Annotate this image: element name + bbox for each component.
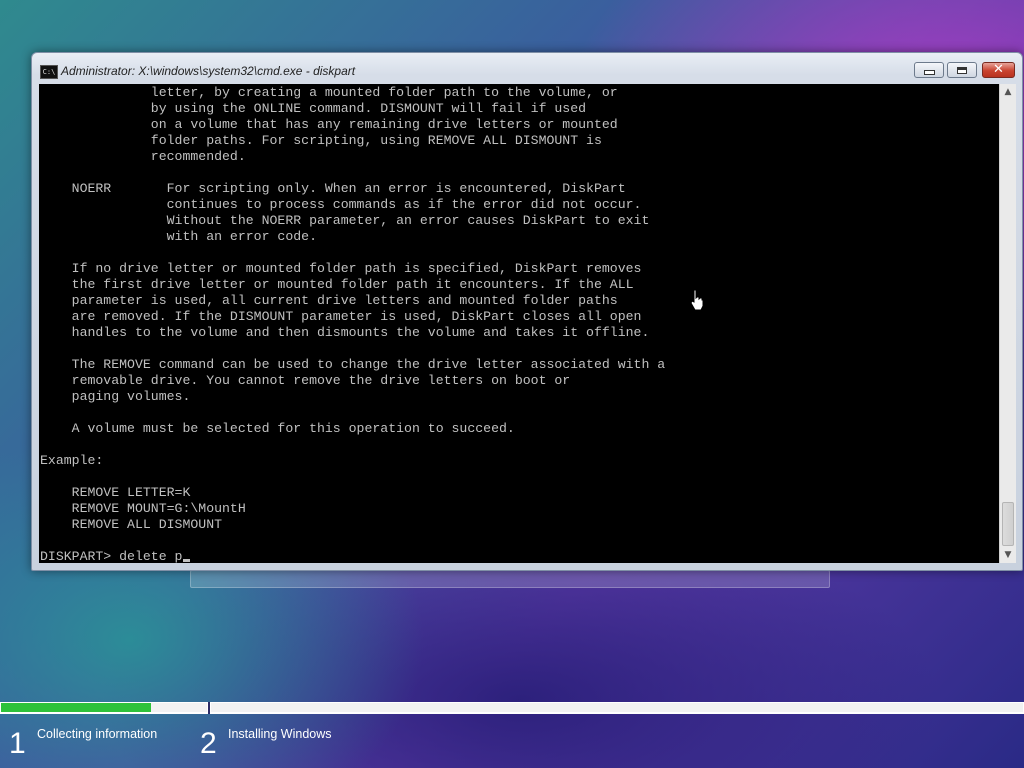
minimize-button[interactable]	[914, 62, 944, 78]
step-2-label: Installing Windows	[228, 727, 332, 741]
cmd-icon: C:\	[40, 65, 58, 79]
step-1-label: Collecting information	[37, 727, 158, 741]
minimize-icon	[923, 70, 935, 75]
window-title: Administrator: X:\windows\system32\cmd.e…	[61, 64, 356, 78]
console-line: letter, by creating a mounted folder pat…	[40, 85, 618, 100]
console-line: If no drive letter or mounted folder pat…	[40, 261, 642, 276]
console-output[interactable]: letter, by creating a mounted folder pat…	[39, 84, 999, 563]
close-icon: ✕	[993, 62, 1004, 77]
console-line: by using the ONLINE command. DISMOUNT wi…	[40, 101, 587, 116]
background-glass-bar	[190, 570, 830, 588]
step1-progress-fill	[1, 703, 151, 712]
cmd-window[interactable]: C:\ Administrator: X:\windows\system32\c…	[31, 52, 1023, 571]
console-line: A volume must be selected for this opera…	[40, 421, 515, 436]
hand-pointer-icon	[690, 289, 704, 311]
step-2-number: 2	[200, 727, 217, 760]
command-input[interactable]: delete p	[119, 549, 182, 563]
maximize-icon	[957, 66, 967, 74]
console-line: REMOVE ALL DISMOUNT	[40, 517, 223, 532]
scrollbar-thumb[interactable]	[1002, 502, 1014, 546]
console-line: continues to process commands as if the …	[40, 197, 642, 212]
diskpart-prompt: DISKPART>	[40, 549, 120, 563]
console-line: paging volumes.	[40, 389, 191, 404]
console-line: the first drive letter or mounted folder…	[40, 277, 634, 292]
console-line: removable drive. You cannot remove the d…	[40, 373, 571, 388]
progress-divider	[208, 702, 210, 714]
console-line: folder paths. For scripting, using REMOV…	[40, 133, 602, 148]
step2-progress-bg	[211, 703, 1023, 712]
console-line: Without the NOERR parameter, an error ca…	[40, 213, 650, 228]
console-line: with an error code.	[40, 229, 317, 244]
command-line[interactable]: DISKPART> delete p	[39, 549, 999, 563]
maximize-button[interactable]	[947, 62, 977, 78]
scroll-up-arrow-icon[interactable]: ▲	[1000, 84, 1016, 100]
console-line: are removed. If the DISMOUNT parameter i…	[40, 309, 642, 324]
console-line: handles to the volume and then dismounts…	[40, 325, 650, 340]
text-cursor	[183, 559, 191, 562]
close-button[interactable]: ✕	[982, 62, 1015, 78]
console-line: Example:	[40, 453, 104, 468]
console-line: recommended.	[40, 149, 246, 164]
console-line: on a volume that has any remaining drive…	[40, 117, 618, 132]
title-bar[interactable]: C:\ Administrator: X:\windows\system32\c…	[32, 53, 1022, 83]
console-line: parameter is used, all current drive let…	[40, 293, 618, 308]
console-line: REMOVE MOUNT=G:\MountH	[40, 501, 246, 516]
console-line: NOERR For scripting only. When an error …	[40, 181, 626, 196]
console-line: The REMOVE command can be used to change…	[40, 357, 666, 372]
console-line: REMOVE LETTER=K	[40, 485, 191, 500]
vertical-scrollbar[interactable]: ▲ ▼	[999, 84, 1016, 563]
console-text: letter, by creating a mounted folder pat…	[39, 84, 999, 549]
step-1-number: 1	[9, 727, 26, 760]
scroll-down-arrow-icon[interactable]: ▼	[1000, 547, 1016, 563]
